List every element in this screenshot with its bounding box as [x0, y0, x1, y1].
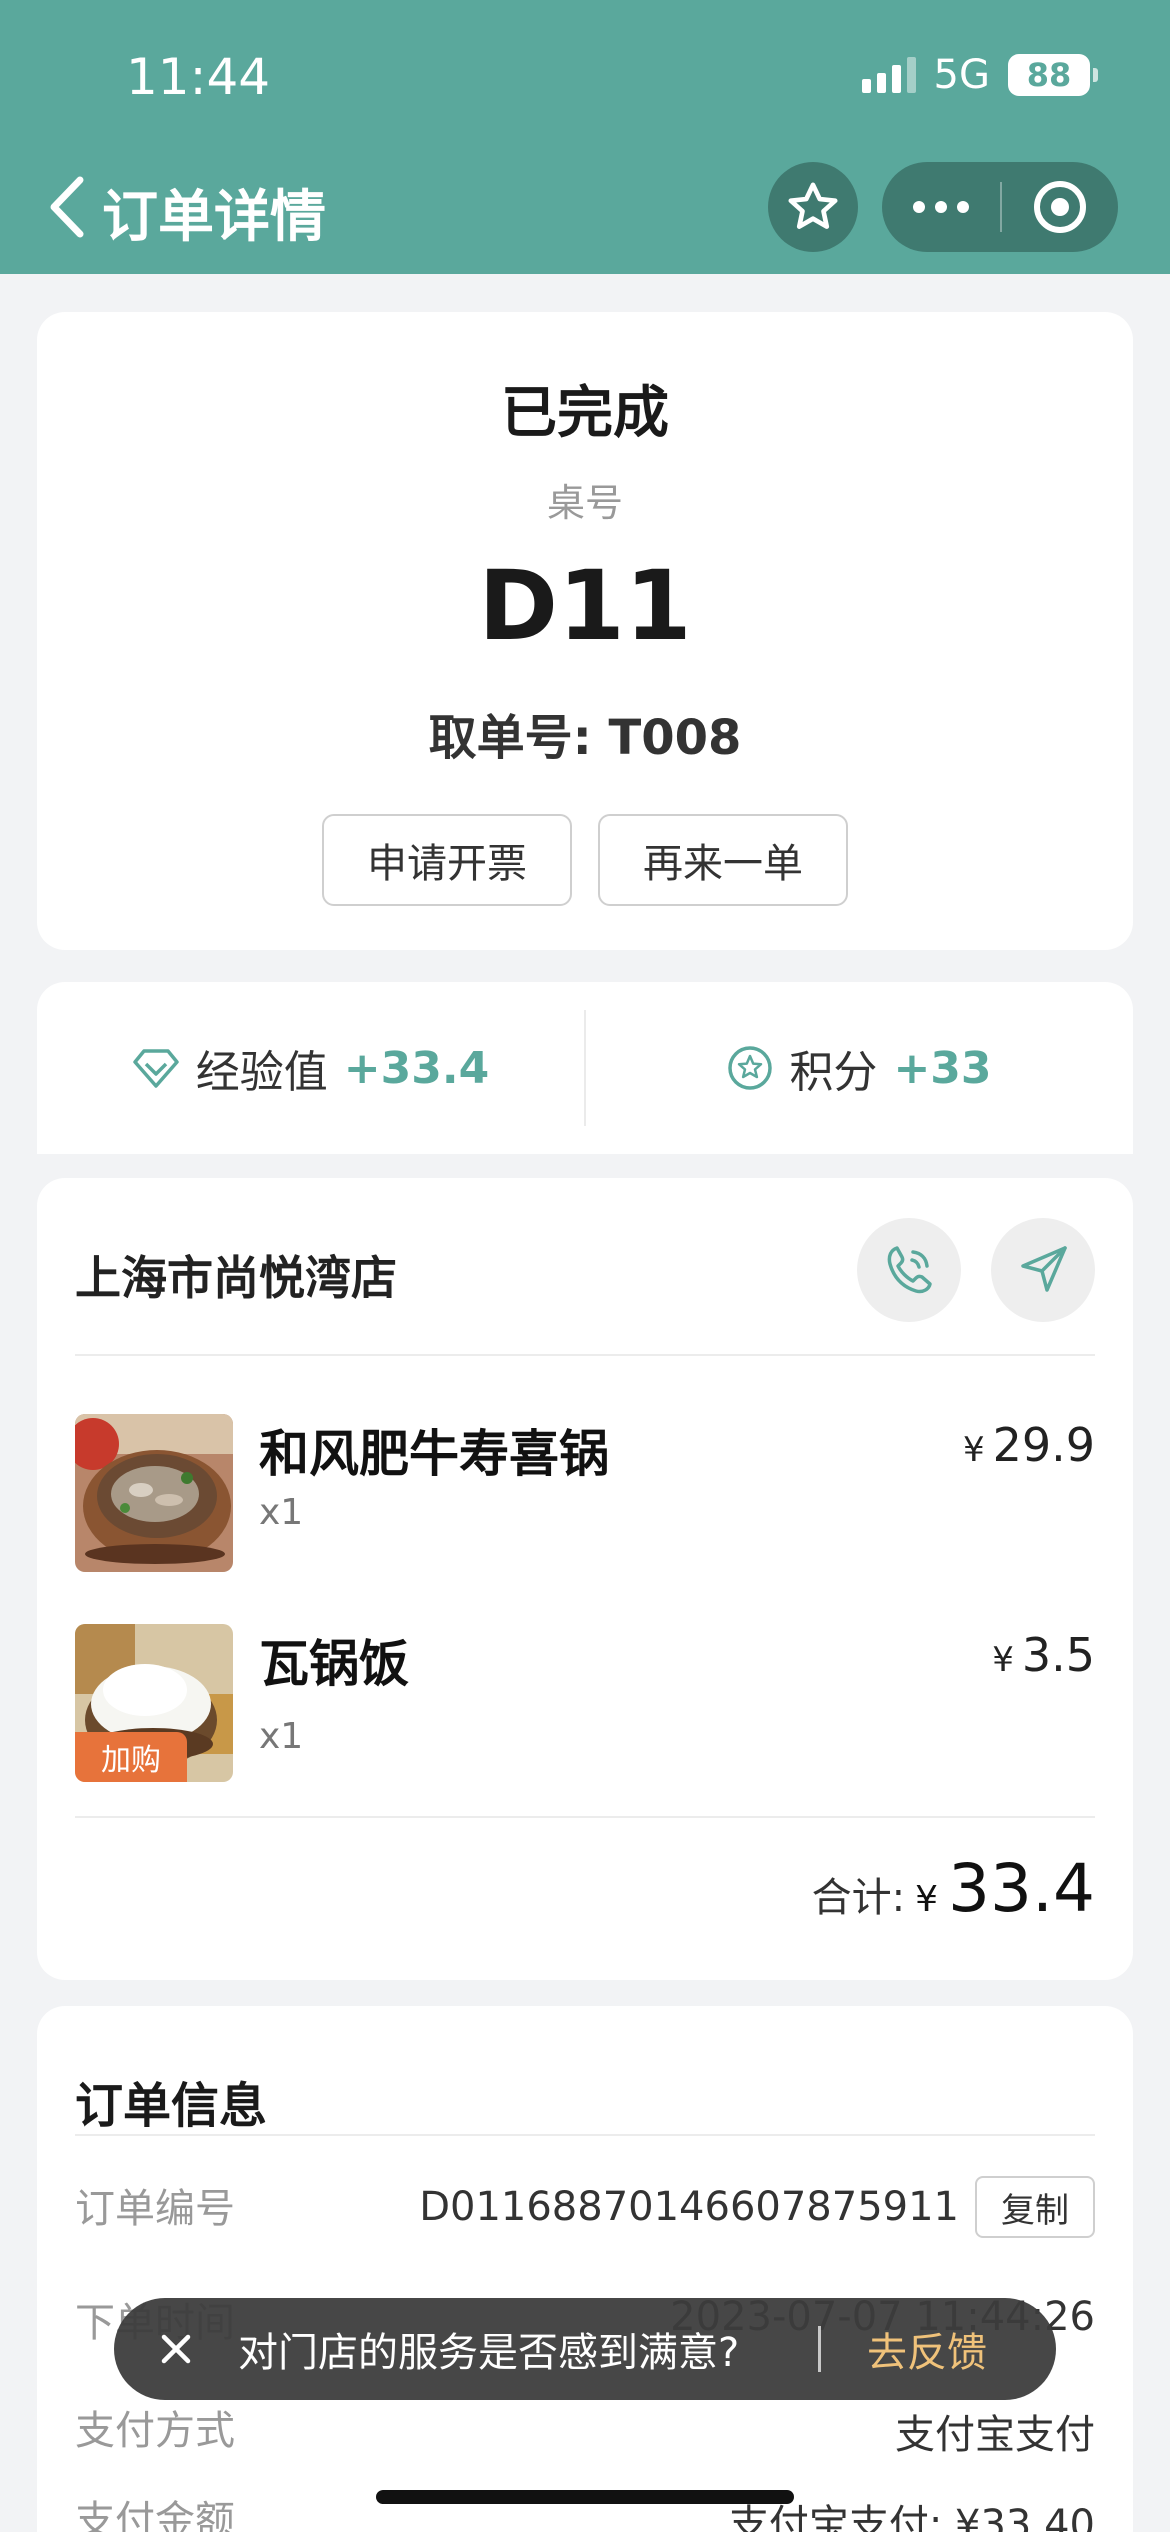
points-reward: 积分 +33: [586, 982, 1133, 1154]
order-actions: 申请开票 再来一单: [37, 814, 1133, 906]
points-star-icon: [728, 1046, 773, 1090]
more-dots-icon: [913, 201, 969, 213]
item-price: ¥3.5: [992, 1628, 1095, 1682]
rice-image: 加购: [75, 1624, 233, 1782]
order-number-value: D0116887014660787591​1: [419, 2184, 959, 2230]
item-price: ¥29.9: [963, 1418, 1095, 1472]
feedback-divider: [818, 2326, 821, 2372]
feedback-toast: 对门店的服务是否感到满意? 去反馈: [114, 2298, 1056, 2400]
order-status-title: 已完成: [501, 381, 669, 446]
item-price-value: 29.9: [992, 1418, 1095, 1472]
total-currency: ¥: [915, 1879, 939, 1920]
sukiyaki-image: [75, 1414, 233, 1572]
points-value: +33: [893, 1042, 992, 1094]
diamond-icon: [133, 1049, 179, 1088]
rewards-card: 经验值 +33.4 积分 +33: [37, 982, 1133, 1154]
phone-icon: [887, 1246, 932, 1294]
navigate-store-button[interactable]: [991, 1218, 1095, 1322]
experience-reward: 经验值 +33.4: [37, 982, 584, 1154]
reorder-button[interactable]: 再来一单: [598, 814, 848, 906]
back-button[interactable]: [44, 172, 94, 242]
item-price-value: 3.5: [1021, 1628, 1095, 1682]
order-info-title: 订单信息: [75, 2078, 268, 2134]
order-item: 和风肥牛寿喜锅 x1 ¥29.9: [75, 1414, 1095, 1574]
pickup-number: 取单号: T008: [428, 710, 742, 766]
total-amount: 33.4: [948, 1850, 1095, 1927]
call-store-button[interactable]: [857, 1218, 961, 1322]
page-title: 订单详情: [102, 185, 326, 250]
signal-icon: [861, 57, 916, 93]
battery-icon: 88: [1008, 54, 1098, 96]
order-number-label: 订单编号: [75, 2186, 235, 2232]
network-type: 5G: [933, 52, 990, 98]
give-feedback-link[interactable]: 去反馈: [867, 2320, 987, 2378]
store-divider: [75, 1354, 1095, 1356]
item-name: 瓦锅饭: [259, 1635, 409, 1693]
payment-method-row: 支付方式 支付宝支付: [75, 2398, 1095, 2468]
order-item: 加购 瓦锅饭 x1 ¥3.5: [75, 1624, 1095, 1784]
close-icon: [161, 2334, 191, 2364]
order-status-card: 已完成 桌号 D11 取单号: T008 申请开票 再来一单: [37, 312, 1133, 950]
item-quantity: x1: [259, 1492, 304, 1533]
order-number-row: 订单编号 D0116887014660787591​1 复制: [75, 2176, 1095, 2246]
payment-amount-label: 支付金额: [75, 2498, 235, 2532]
navigation-arrow-icon: [1021, 1246, 1067, 1292]
request-invoice-button[interactable]: 申请开票: [322, 814, 572, 906]
order-info-card: 订单信息 订单编号 D0116887014660787591​1 复制 下单时间…: [37, 2006, 1133, 2532]
store-card: 上海市尚悦湾店 和风肥牛寿喜锅 x1 ¥ 29.9 加购 瓦锅饭 x1 ¥ 3.…: [37, 1178, 1133, 1980]
table-label: 桌号: [546, 481, 623, 525]
app-header: 11:44 5G 88 订单详情: [0, 0, 1170, 274]
total-label: 合计:: [811, 1875, 906, 1921]
battery-level: 88: [1026, 56, 1072, 94]
status-time: 11:44: [126, 48, 271, 106]
table-number: D11: [478, 550, 692, 662]
experience-label: 经验值: [195, 1047, 328, 1098]
more-button[interactable]: [882, 199, 1000, 215]
item-name: 和风肥牛寿喜锅: [259, 1425, 609, 1483]
close-miniapp-button[interactable]: [1002, 179, 1118, 235]
copy-button[interactable]: 复制: [975, 2176, 1095, 2238]
chevron-left-icon: [50, 176, 84, 238]
item-quantity: x1: [259, 1716, 304, 1757]
currency-symbol: ¥: [992, 1640, 1014, 1680]
points-label: 积分: [789, 1047, 878, 1098]
items-divider: [75, 1816, 1095, 1818]
star-icon: [788, 182, 838, 229]
favorite-button[interactable]: [768, 162, 858, 252]
order-total: 合计: ¥ 33.4: [812, 1850, 1095, 1927]
status-indicators: 5G 88: [861, 52, 1098, 98]
order-info-divider: [75, 2134, 1095, 2136]
order-number-value-group: D0116887014660787591​1 复制: [419, 2176, 1095, 2238]
dismiss-feedback-button[interactable]: [114, 2332, 238, 2366]
add-on-tag: 加购: [75, 1732, 187, 1782]
experience-value: +33.4: [343, 1042, 490, 1094]
miniapp-capsule: [882, 162, 1118, 252]
home-indicator: [376, 2490, 794, 2504]
payment-method-label: 支付方式: [75, 2408, 235, 2454]
currency-symbol: ¥: [962, 1430, 985, 1470]
payment-method-value: 支付宝支付: [895, 2412, 1095, 2458]
feedback-question: 对门店的服务是否感到满意?: [238, 2330, 740, 2376]
target-icon: [1034, 181, 1086, 233]
store-name: 上海市尚悦湾店: [75, 1251, 397, 1305]
